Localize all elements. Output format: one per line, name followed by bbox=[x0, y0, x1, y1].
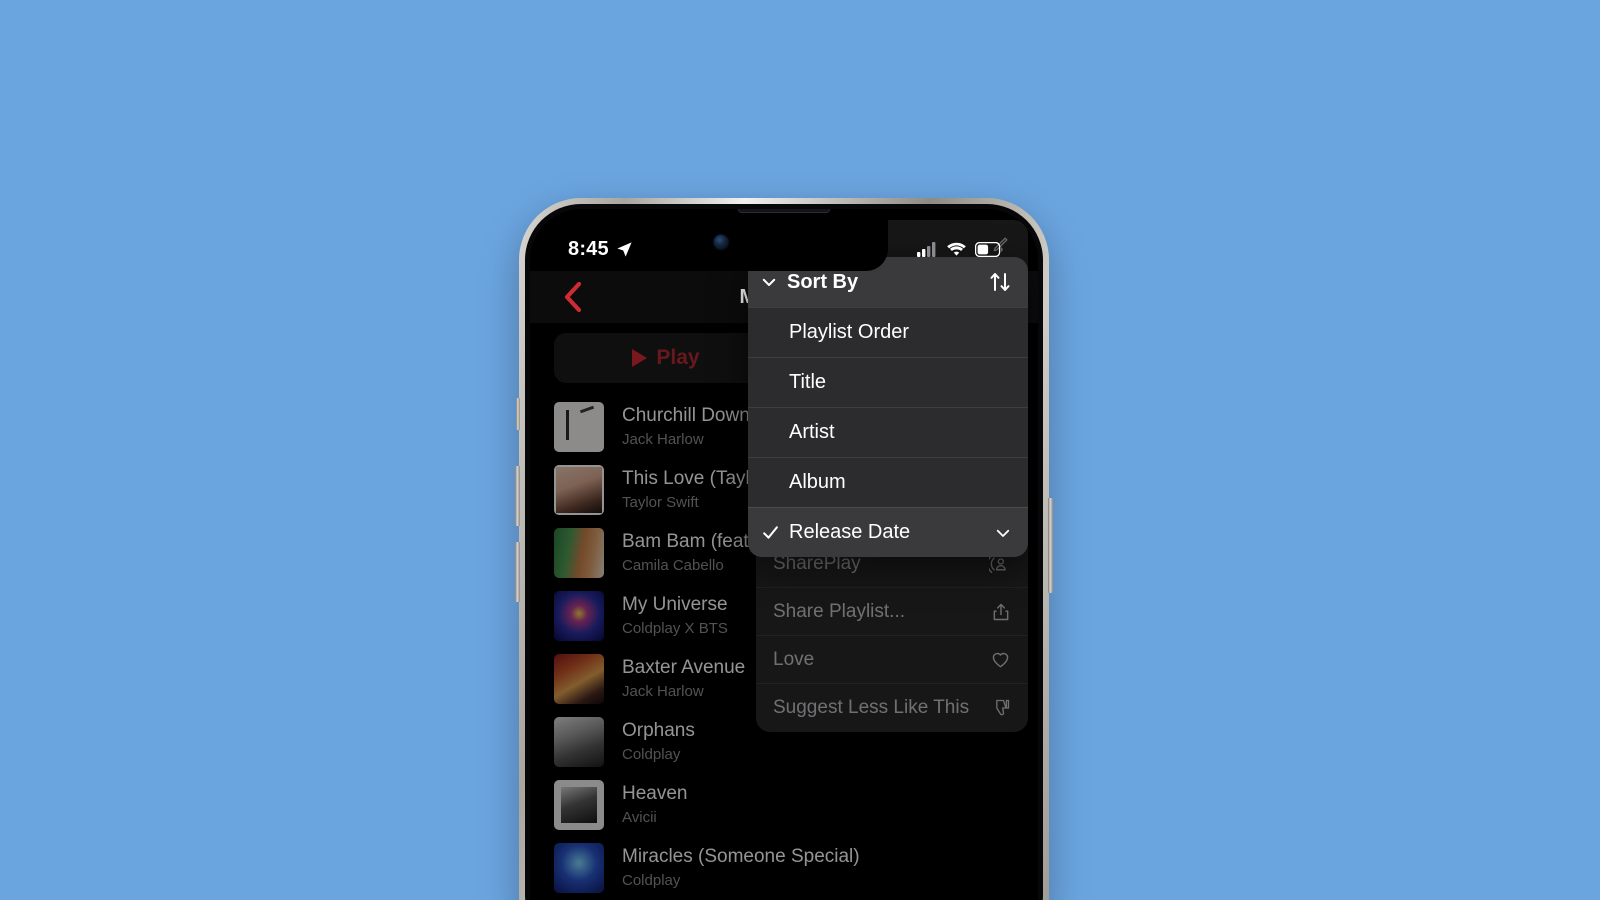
album-art-image bbox=[554, 779, 604, 830]
context-menu-item-love[interactable]: Love bbox=[756, 636, 1028, 684]
album-art bbox=[554, 842, 604, 893]
sort-option-album[interactable]: Album bbox=[748, 457, 1028, 507]
checkmark-icon bbox=[760, 523, 780, 542]
context-menu-item-label: Love bbox=[773, 648, 815, 670]
sort-by-submenu: Sort By Playlist Order Title Artist Album Re… bbox=[748, 257, 1028, 557]
front-camera-icon bbox=[714, 235, 728, 249]
silent-switch-button[interactable] bbox=[516, 398, 520, 430]
album-art bbox=[554, 401, 604, 452]
sort-option-label: Title bbox=[789, 371, 827, 393]
album-art bbox=[554, 527, 604, 578]
phone-bezel: 8:45 Play Churchill Downs (feat. Drake) … bbox=[525, 204, 1043, 900]
phone-device-frame: 8:45 Play Churchill Downs (feat. Drake) … bbox=[515, 198, 1053, 900]
volume-up-button[interactable] bbox=[515, 466, 520, 526]
sort-option-label: Artist bbox=[789, 421, 835, 443]
song-row[interactable]: Heaven Avicii bbox=[554, 773, 1038, 836]
power-button[interactable] bbox=[1048, 498, 1053, 593]
chevron-down-icon bbox=[760, 273, 778, 291]
sort-by-options-list: Playlist Order Title Artist Album Release Da… bbox=[748, 307, 1028, 557]
song-title: My Universe bbox=[622, 593, 728, 615]
song-row[interactable]: Miracles (Someone Special) Coldplay bbox=[554, 836, 1038, 899]
album-art bbox=[554, 716, 604, 767]
volume-down-button[interactable] bbox=[515, 542, 520, 602]
location-arrow-icon bbox=[616, 241, 633, 258]
heart-icon bbox=[990, 650, 1011, 670]
sort-option-label: Release Date bbox=[789, 521, 911, 543]
context-menu-item-label: Share Playlist... bbox=[773, 600, 905, 622]
play-triangle-icon bbox=[632, 349, 648, 367]
share-icon bbox=[991, 602, 1011, 622]
song-artist: Jack Harlow bbox=[622, 682, 704, 700]
song-text: Baxter Avenue Jack Harlow bbox=[622, 656, 745, 702]
song-title: Miracles (Someone Special) bbox=[622, 845, 860, 867]
cellular-bars-icon bbox=[917, 241, 938, 257]
album-art bbox=[554, 779, 604, 830]
notch bbox=[680, 209, 888, 271]
song-artist: Coldplay X BTS bbox=[622, 619, 728, 637]
song-text: Miracles (Someone Special) Coldplay bbox=[622, 845, 860, 891]
song-title: Baxter Avenue bbox=[622, 656, 746, 678]
album-art-image bbox=[554, 464, 604, 515]
arrow-up-arrow-down-icon bbox=[988, 270, 1012, 294]
sort-option-artist[interactable]: Artist bbox=[748, 407, 1028, 457]
song-artist: Coldplay bbox=[622, 745, 681, 763]
song-artist: Coldplay bbox=[622, 871, 681, 889]
album-art-image bbox=[554, 401, 604, 452]
song-text: Orphans Coldplay bbox=[622, 719, 695, 765]
song-artist: Avicii bbox=[622, 808, 657, 826]
status-bar-right bbox=[917, 241, 1004, 257]
album-art bbox=[554, 590, 604, 641]
play-button-label: Play bbox=[656, 346, 700, 369]
context-menu-item-suggest-less[interactable]: Suggest Less Like This bbox=[756, 684, 1028, 732]
song-text: My Universe Coldplay X BTS bbox=[622, 593, 728, 639]
album-art-image bbox=[554, 653, 604, 704]
sort-option-release-date[interactable]: Release Date bbox=[748, 507, 1028, 557]
context-menu-item-label: Suggest Less Like This bbox=[773, 697, 970, 718]
phone-screen: 8:45 Play Churchill Downs (feat. Drake) … bbox=[530, 209, 1038, 900]
sort-by-header-label: Sort By bbox=[787, 270, 859, 293]
status-bar-left: 8:45 bbox=[568, 238, 633, 261]
speaker-grille bbox=[738, 209, 830, 213]
album-art-image bbox=[554, 527, 604, 578]
context-menu-item-share-playlist[interactable]: Share Playlist... bbox=[756, 588, 1028, 636]
song-text: Heaven Avicii bbox=[622, 782, 688, 828]
play-button[interactable]: Play bbox=[554, 333, 778, 383]
sort-option-playlist-order[interactable]: Playlist Order bbox=[748, 307, 1028, 357]
song-title: Orphans bbox=[622, 719, 695, 741]
sort-option-label: Playlist Order bbox=[789, 321, 910, 343]
battery-icon bbox=[975, 241, 1004, 257]
sort-option-title[interactable]: Title bbox=[748, 357, 1028, 407]
album-art-image bbox=[554, 590, 604, 641]
album-art-image bbox=[554, 716, 604, 767]
sort-option-label: Album bbox=[789, 471, 846, 493]
status-time: 8:45 bbox=[568, 237, 609, 260]
chevron-down-icon bbox=[994, 524, 1012, 542]
song-title: Heaven bbox=[622, 782, 688, 804]
album-art bbox=[554, 464, 604, 515]
wifi-icon bbox=[946, 242, 967, 257]
thumbs-down-icon bbox=[991, 698, 1011, 718]
album-art-image bbox=[554, 842, 604, 893]
album-art bbox=[554, 653, 604, 704]
